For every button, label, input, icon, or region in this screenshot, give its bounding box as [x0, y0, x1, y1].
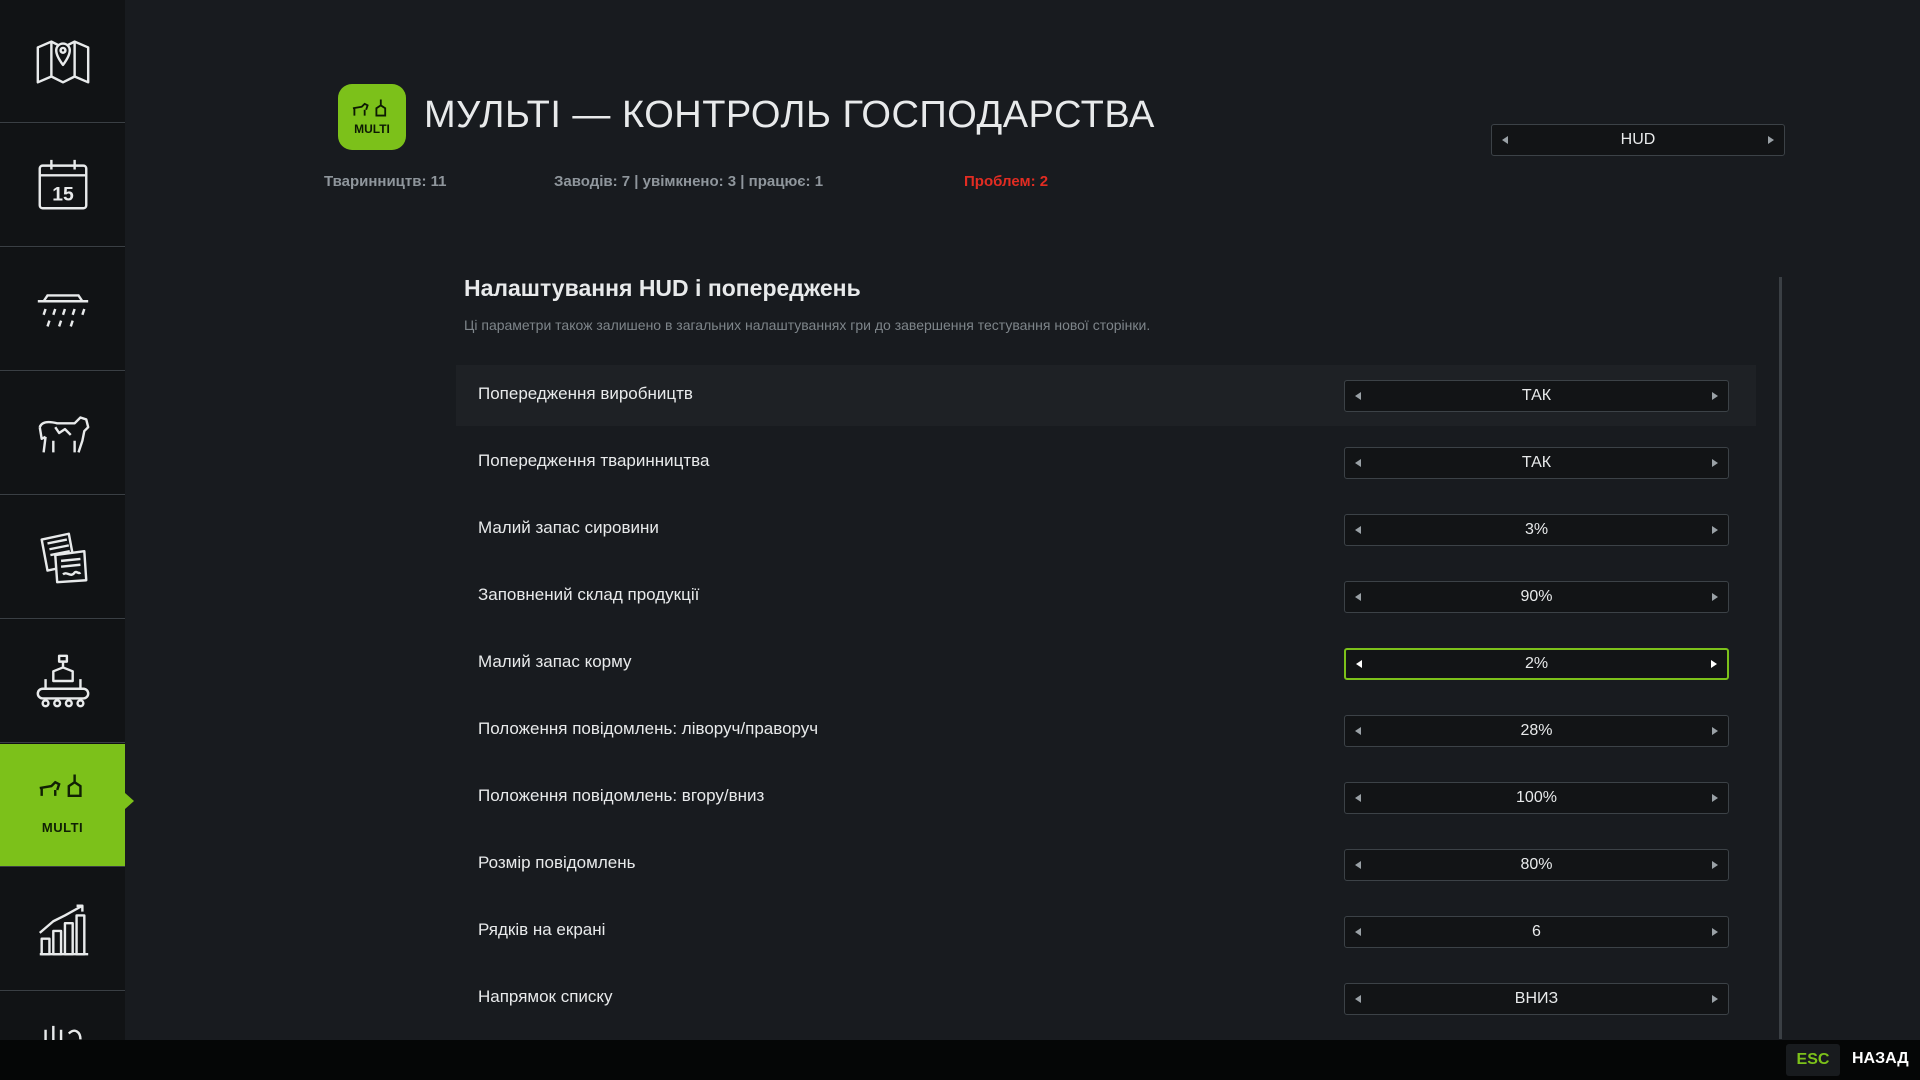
esc-key-hint[interactable]: ESC [1786, 1044, 1840, 1076]
setting-value: 2% [1524, 655, 1549, 672]
setting-selector[interactable]: 2% [1344, 648, 1729, 680]
next-arrow-icon[interactable] [1712, 727, 1718, 735]
active-indicator-arrow [125, 793, 134, 809]
weather-icon [37, 294, 88, 327]
setting-value: ВНИЗ [1514, 990, 1559, 1007]
next-arrow-icon[interactable] [1711, 660, 1717, 668]
setting-label: Малий запас корму [478, 652, 632, 671]
setting-label: Попередження тваринництва [478, 451, 710, 470]
setting-selector[interactable]: 90% [1344, 581, 1729, 613]
setting-value: 100% [1516, 789, 1557, 806]
setting-value: ТАК [1521, 387, 1552, 404]
header-logo: MULTI [338, 84, 406, 150]
setting-row-list-direction[interactable]: Напрямок списку ВНИЗ [456, 968, 1756, 1029]
multi-icon [39, 774, 82, 798]
setting-label: Положення повідомлень: ліворуч/праворуч [478, 719, 819, 738]
next-arrow-icon[interactable] [1712, 928, 1718, 936]
setting-selector[interactable]: 100% [1344, 782, 1729, 814]
page-selector[interactable]: HUD [1491, 124, 1785, 156]
setting-value: 6 [1532, 923, 1541, 940]
setting-label: Напрямок списку [478, 987, 613, 1006]
calendar-icon: 15 [38, 159, 87, 210]
factories-status: Заводів: 7 | увімкнено: 3 | працює: 1 [554, 173, 824, 190]
setting-row-low-feed[interactable]: Малий запас корму 2% [456, 633, 1756, 694]
setting-selector[interactable]: 28% [1344, 715, 1729, 747]
setting-selector[interactable]: 3% [1344, 514, 1729, 546]
sidebar-item-production[interactable] [0, 620, 125, 743]
setting-selector[interactable]: ТАК [1344, 380, 1729, 412]
livestock-count: Тваринництв: 11 [324, 173, 447, 190]
sidebar-item-contracts[interactable] [0, 496, 125, 619]
production-icon [36, 654, 89, 708]
sidebar-item-multi-label: MULTI [41, 820, 84, 835]
setting-label: Розмір повідомлень [478, 853, 636, 872]
sidebar: 15 MULTI [0, 0, 125, 1040]
panel-description: Ці параметри також залишено в загальних … [464, 317, 1151, 333]
setting-value: 28% [1520, 722, 1553, 739]
sidebar-item-calendar[interactable]: 15 [0, 124, 125, 247]
setting-selector[interactable]: 80% [1344, 849, 1729, 881]
setting-selector[interactable]: ТАК [1344, 447, 1729, 479]
sidebar-item-multi[interactable]: MULTI [0, 744, 125, 867]
map-icon [36, 40, 89, 84]
sidebar-item-statistics[interactable] [0, 868, 125, 991]
next-arrow-icon[interactable] [1712, 995, 1718, 1003]
next-arrow-icon[interactable] [1712, 392, 1718, 400]
next-arrow-icon[interactable] [1712, 459, 1718, 467]
statistics-icon [38, 904, 88, 956]
panel-title: Налаштування HUD і попереджень [464, 275, 861, 301]
next-arrow-icon[interactable] [1712, 593, 1718, 601]
page-selector-value: HUD [1620, 131, 1656, 148]
setting-row-notification-position-y[interactable]: Положення повідомлень: вгору/вниз 100% [456, 767, 1756, 828]
sidebar-item-extra[interactable] [0, 992, 125, 1040]
setting-row-full-product-storage[interactable]: Заповнений склад продукції 90% [456, 566, 1756, 627]
setting-row-notification-size[interactable]: Розмір повідомлень 80% [456, 834, 1756, 895]
setting-selector[interactable]: ВНИЗ [1344, 983, 1729, 1015]
page-title: МУЛЬТІ — КОНТРОЛЬ ГОСПОДАРСТВА [424, 94, 1155, 136]
next-arrow-icon[interactable] [1712, 861, 1718, 869]
problems-count: Проблем: 2 [964, 173, 1049, 190]
setting-label: Попередження виробництв [478, 384, 693, 403]
setting-row-lines-on-screen[interactable]: Рядків на екрані 6 [456, 901, 1756, 962]
setting-row-notification-position-x[interactable]: Положення повідомлень: ліворуч/праворуч … [456, 700, 1756, 761]
settings-scrollbar[interactable] [1779, 277, 1782, 1039]
cow-icon [38, 416, 89, 453]
back-button[interactable]: НАЗАД [1852, 1050, 1909, 1068]
footer-bar [0, 1040, 1920, 1080]
next-arrow-icon[interactable] [1712, 526, 1718, 534]
setting-value: 90% [1520, 588, 1553, 605]
page-selector-next-icon[interactable] [1768, 136, 1774, 144]
setting-row-low-raw-materials[interactable]: Малий запас сировини 3% [456, 499, 1756, 560]
svg-text:15: 15 [52, 184, 74, 206]
next-arrow-icon[interactable] [1712, 794, 1718, 802]
setting-label: Малий запас сировини [478, 518, 659, 537]
setting-value: 3% [1524, 521, 1549, 538]
header-logo-label: MULTI [354, 122, 390, 136]
partial-icon [43, 1025, 82, 1040]
setting-selector[interactable]: 6 [1344, 916, 1729, 948]
setting-row-livestock-warnings[interactable]: Попередження тваринництва ТАК [456, 432, 1756, 493]
setting-label: Заповнений склад продукції [478, 585, 700, 604]
sidebar-item-animals[interactable] [0, 372, 125, 495]
setting-label: Положення повідомлень: вгору/вниз [478, 786, 765, 805]
sidebar-item-weather[interactable] [0, 248, 125, 371]
setting-value: 80% [1520, 856, 1553, 873]
setting-value: ТАК [1521, 454, 1552, 471]
setting-label: Рядків на екрані [478, 920, 606, 939]
multi-logo-icon [352, 99, 387, 117]
sidebar-item-map[interactable] [0, 0, 125, 123]
contracts-icon [39, 532, 87, 584]
setting-row-production-warnings[interactable]: Попередження виробництв ТАК [456, 365, 1756, 426]
